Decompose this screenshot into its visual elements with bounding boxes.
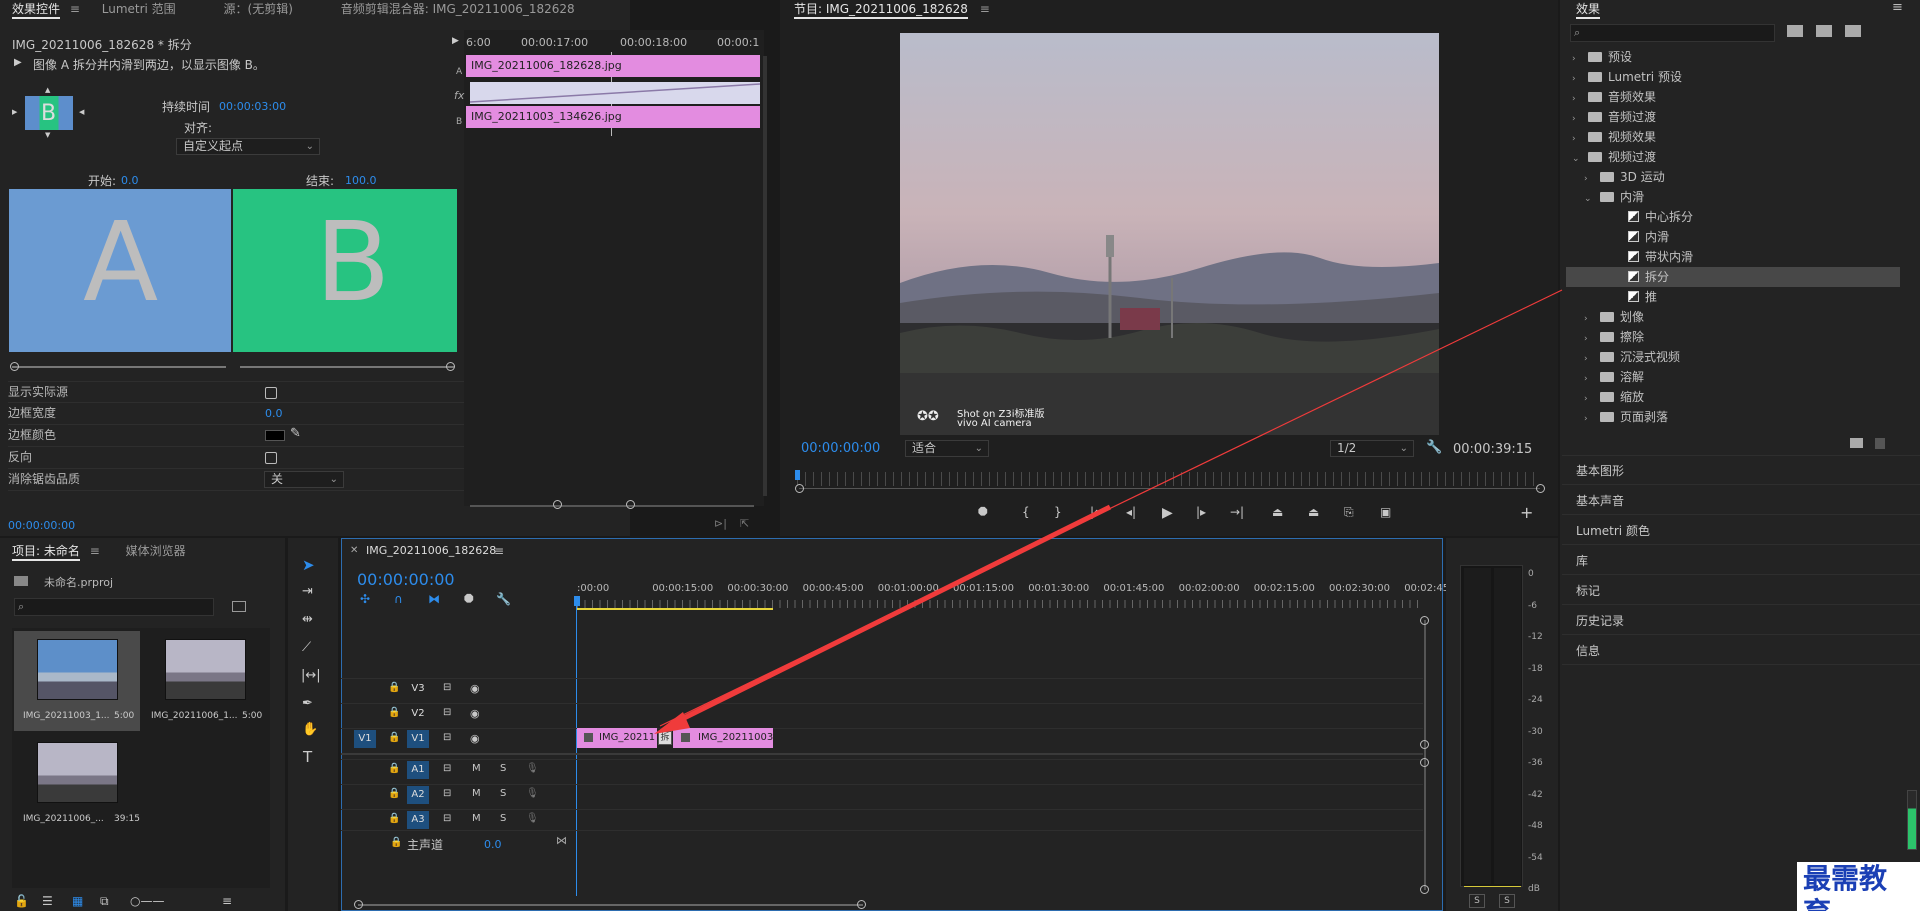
annotation-arrow (654, 289, 1563, 734)
annotation-thick-line (670, 504, 1112, 727)
brand-watermark: 最需教育 (1797, 862, 1920, 911)
